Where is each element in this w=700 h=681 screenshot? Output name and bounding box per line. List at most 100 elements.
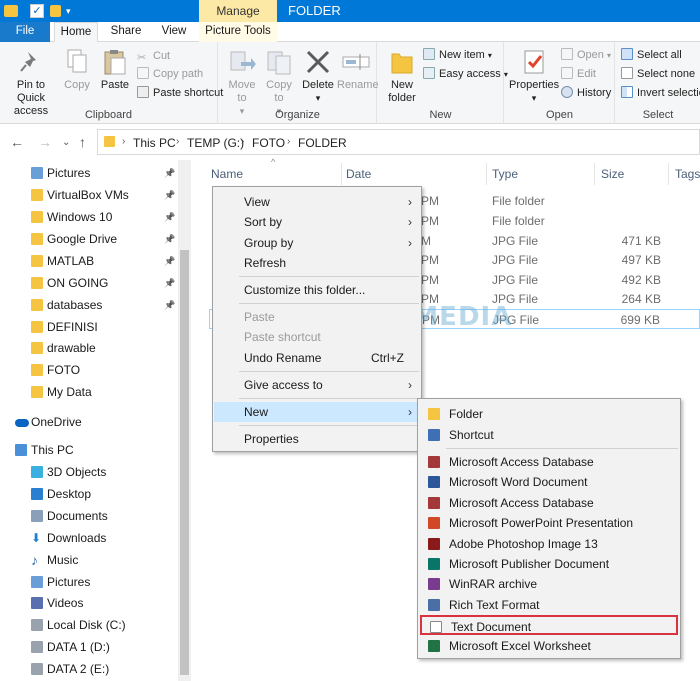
recent-locations-chevron-icon[interactable]: ⌄	[62, 137, 70, 148]
crumb-temp[interactable]: TEMP (G:)	[187, 136, 244, 150]
column-tags[interactable]: Tags	[675, 167, 700, 181]
nav-item[interactable]: Local Disk (C:)	[0, 614, 178, 636]
pin-icon[interactable]: 📌	[164, 294, 175, 316]
pin-icon[interactable]: 📌	[164, 228, 175, 250]
nav-item[interactable]: OneDrive	[0, 411, 178, 433]
paste-button[interactable]: Paste	[98, 48, 132, 92]
customize-toolbar-icon[interactable]: ▾	[66, 6, 71, 22]
submenu-item[interactable]: WinRAR archive	[420, 574, 678, 594]
easy-access-button[interactable]: Easy access ▾	[423, 66, 508, 82]
nav-item[interactable]: FOTO	[0, 359, 178, 381]
cut-button[interactable]: ✂ Cut	[137, 48, 170, 64]
nav-item[interactable]: Pictures 📌	[0, 162, 178, 184]
menu-item-paste[interactable]: Paste	[214, 307, 420, 327]
back-arrow-icon[interactable]: ←	[10, 134, 24, 150]
tab-picture-tools[interactable]: Picture Tools	[199, 22, 277, 42]
column-separator[interactable]	[486, 163, 487, 185]
submenu-item[interactable]: Microsoft Access Database	[420, 452, 678, 472]
column-name[interactable]: Name	[211, 167, 243, 181]
menu-item-group-by[interactable]: Group by ›	[214, 233, 420, 253]
tab-view[interactable]: View	[154, 22, 194, 42]
nav-item[interactable]: ♪ Music	[0, 549, 178, 571]
nav-item[interactable]: 3D Objects	[0, 461, 178, 483]
menu-item-paste-shortcut[interactable]: Paste shortcut	[214, 327, 420, 347]
copy-button[interactable]: Copy	[62, 48, 92, 92]
properties-button[interactable]: Properties ▾	[509, 48, 559, 105]
tab-share[interactable]: Share	[106, 22, 146, 42]
column-separator[interactable]	[594, 163, 595, 185]
pin-icon[interactable]: 📌	[164, 250, 175, 272]
nav-item[interactable]: My Data	[0, 381, 178, 403]
menu-item-undo-rename[interactable]: Undo Rename Ctrl+Z	[214, 348, 420, 368]
tab-home[interactable]: Home	[54, 22, 98, 43]
nav-item[interactable]: ON GOING 📌	[0, 272, 178, 294]
tab-file[interactable]: File	[0, 22, 50, 42]
history-button[interactable]: History	[561, 85, 611, 101]
nav-item[interactable]: ⬇ Downloads	[0, 527, 178, 549]
copy-to-button[interactable]: Copy to ▾	[263, 48, 295, 118]
pin-icon[interactable]: 📌	[164, 184, 175, 206]
nav-scrollbar-thumb[interactable]	[180, 250, 189, 675]
submenu-item[interactable]: Shortcut	[420, 425, 678, 445]
column-separator[interactable]	[668, 163, 669, 185]
crumb-this-pc[interactable]: This PC	[133, 136, 176, 150]
delete-button[interactable]: Delete ▾	[301, 48, 335, 105]
nav-item[interactable]: VirtualBox VMs 📌	[0, 184, 178, 206]
menu-item-customize[interactable]: Customize this folder...	[214, 280, 420, 300]
nav-item[interactable]: DATA 2 (E:)	[0, 658, 178, 680]
forward-arrow-icon[interactable]: →	[38, 134, 52, 150]
nav-item[interactable]: DATA 1 (D:)	[0, 636, 178, 658]
pin-quick-access-button[interactable]: Pin to Quick access	[4, 48, 58, 118]
nav-item[interactable]: Windows 10 📌	[0, 206, 178, 228]
properties-check-icon[interactable]: ✓	[30, 4, 44, 18]
crumb-foto[interactable]: FOTO	[252, 136, 285, 150]
nav-item[interactable]: Documents	[0, 505, 178, 527]
submenu-item[interactable]: Rich Text Format	[420, 595, 678, 615]
submenu-item[interactable]: Microsoft Word Document	[420, 472, 678, 492]
pin-icon[interactable]: 📌	[164, 272, 175, 294]
manage-tab-label[interactable]: Manage	[199, 0, 277, 22]
submenu-item[interactable]: Adobe Photoshop Image 13	[420, 534, 678, 554]
nav-item[interactable]: drawable	[0, 337, 178, 359]
new-item-button[interactable]: New item ▾	[423, 47, 492, 63]
rename-button[interactable]: Rename	[337, 48, 379, 92]
column-size[interactable]: Size	[601, 167, 624, 181]
column-date[interactable]: Date	[346, 167, 371, 181]
new-folder-icon[interactable]	[50, 5, 61, 17]
move-to-button[interactable]: Move to ▾	[225, 48, 259, 118]
copy-path-button[interactable]: Copy path	[137, 66, 203, 82]
column-separator[interactable]	[341, 163, 342, 185]
menu-item-view[interactable]: View ›	[214, 192, 420, 212]
nav-item[interactable]: MATLAB 📌	[0, 250, 178, 272]
nav-item[interactable]: Desktop	[0, 483, 178, 505]
new-folder-button[interactable]: New folder	[384, 48, 420, 105]
nav-item[interactable]: databases 📌	[0, 294, 178, 316]
crumb-folder[interactable]: FOLDER	[298, 136, 347, 150]
submenu-item[interactable]: Text Document	[420, 615, 678, 635]
pin-icon[interactable]: 📌	[164, 206, 175, 228]
menu-item-sort-by[interactable]: Sort by ›	[214, 212, 420, 232]
paste-shortcut-button[interactable]: Paste shortcut	[137, 85, 223, 101]
invert-selection-button[interactable]: Invert selection	[621, 85, 700, 101]
nav-item[interactable]: This PC	[0, 439, 178, 461]
open-button[interactable]: Open ▾	[561, 47, 611, 63]
up-arrow-icon[interactable]: ↑	[79, 134, 86, 150]
nav-item[interactable]: Videos	[0, 592, 178, 614]
nav-item[interactable]: Google Drive 📌	[0, 228, 178, 250]
menu-item-properties[interactable]: Properties	[214, 429, 420, 449]
submenu-item[interactable]: Microsoft PowerPoint Presentation	[420, 513, 678, 533]
submenu-item[interactable]: Folder	[420, 404, 678, 424]
edit-button[interactable]: Edit	[561, 66, 596, 82]
select-none-button[interactable]: Select none	[621, 66, 695, 82]
select-all-button[interactable]: Select all	[621, 47, 682, 63]
submenu-item[interactable]: Microsoft Excel Worksheet	[420, 636, 678, 656]
menu-item-new[interactable]: New ›	[214, 402, 420, 422]
submenu-item[interactable]: Microsoft Access Database	[420, 493, 678, 513]
menu-item-give-access[interactable]: Give access to ›	[214, 375, 420, 395]
address-bar[interactable]: › This PC › TEMP (G:) › FOTO › FOLDER	[97, 129, 700, 155]
nav-item[interactable]: DEFINISI	[0, 316, 178, 338]
pin-icon[interactable]: 📌	[164, 162, 175, 184]
nav-item[interactable]: Pictures	[0, 571, 178, 593]
column-type[interactable]: Type	[492, 167, 518, 181]
submenu-item[interactable]: Microsoft Publisher Document	[420, 554, 678, 574]
